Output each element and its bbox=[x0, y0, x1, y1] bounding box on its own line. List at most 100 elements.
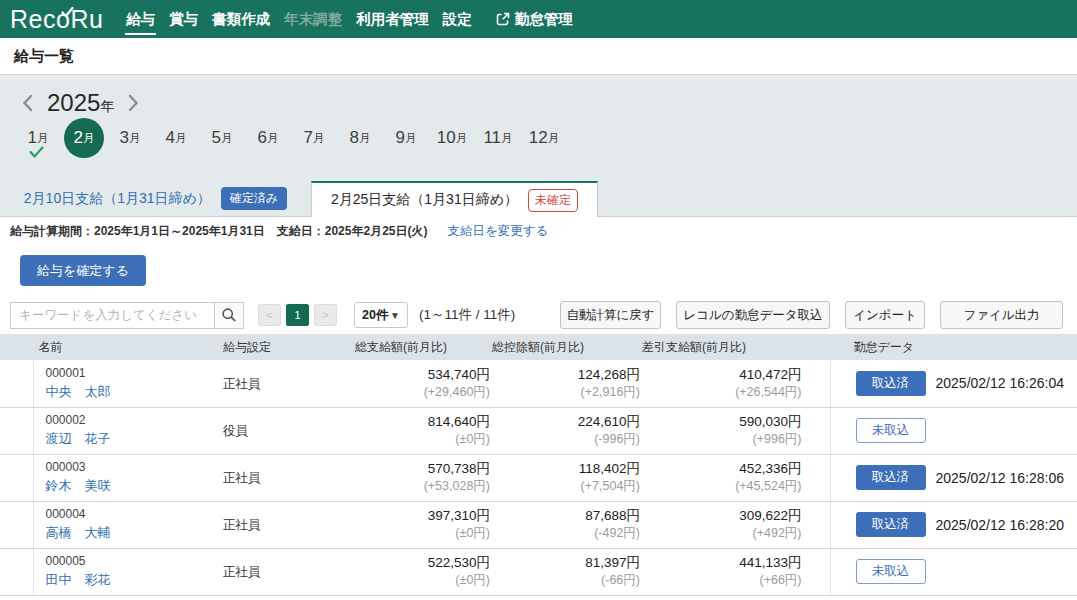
prev-page-button[interactable]: < bbox=[258, 304, 281, 326]
nav-item-4[interactable]: 利用者管理 bbox=[349, 0, 436, 38]
header-name: 名前 bbox=[33, 334, 210, 360]
payday-label: 支給日： bbox=[277, 224, 325, 238]
year-navigation: 2025年 bbox=[22, 88, 1077, 118]
tab-payday-feb25[interactable]: 2月25日支給（1月31日締め） 未確定 bbox=[311, 181, 598, 217]
payday-value: 2025年2月25日(火) bbox=[325, 224, 428, 238]
page-title: 給与一覧 bbox=[14, 47, 74, 66]
change-payday-link[interactable]: 支給日を変更する bbox=[447, 223, 548, 240]
next-page-button[interactable]: > bbox=[314, 304, 337, 326]
attendance-badge[interactable]: 取込済 bbox=[856, 371, 926, 396]
deduction-amount: 124,268円 bbox=[492, 366, 640, 384]
attendance-badge[interactable]: 未取込 bbox=[856, 418, 926, 443]
confirm-salary-button[interactable]: 給与を確定する bbox=[20, 255, 146, 286]
header-net: 差引支給額(前月比) bbox=[642, 334, 830, 360]
table-row: 000005 田中 彩花 正社員 522,530円 (±0円) 81,397円 … bbox=[0, 548, 1077, 595]
year-label: 2025年 bbox=[47, 89, 114, 117]
gross-amount: 814,640円 bbox=[355, 413, 490, 431]
top-navbar: RecoRu 給与賞与書類作成年末調整利用者管理設定 勤怠管理 bbox=[0, 0, 1077, 38]
employee-id: 000001 bbox=[46, 365, 211, 382]
month-tab-4[interactable]: 4月 bbox=[156, 118, 196, 158]
month-tab-6[interactable]: 6月 bbox=[248, 118, 288, 158]
import-attendance-button[interactable]: レコルの勤怠データ取込 bbox=[676, 301, 830, 329]
reset-auto-calc-button[interactable]: 自動計算に戻す bbox=[560, 301, 661, 329]
deduction-amount: 118,402円 bbox=[492, 460, 640, 478]
table-header-row: 名前 給与設定 総支給額(前月比) 総控除額(前月比) 差引支給額(前月比) 勤… bbox=[0, 334, 1077, 360]
header-gross: 総支給額(前月比) bbox=[355, 334, 492, 360]
export-button[interactable]: ファイル出力 bbox=[940, 301, 1063, 329]
deduction-diff: (-492円) bbox=[492, 525, 640, 542]
net-amount: 452,336円 bbox=[642, 460, 802, 478]
nav-attendance-link[interactable]: 勤怠管理 bbox=[496, 10, 573, 29]
month-tab-3[interactable]: 3月 bbox=[110, 118, 150, 158]
month-tab-9[interactable]: 9月 bbox=[386, 118, 426, 158]
month-tab-10[interactable]: 10月 bbox=[432, 118, 472, 158]
search-input[interactable] bbox=[10, 302, 214, 329]
unconfirmed-badge: 未確定 bbox=[528, 189, 578, 212]
current-page-button[interactable]: 1 bbox=[286, 304, 309, 326]
net-amount: 309,622円 bbox=[642, 507, 802, 525]
page-title-bar: 給与一覧 bbox=[0, 38, 1077, 75]
gross-amount: 534,740円 bbox=[355, 366, 490, 384]
search-button[interactable] bbox=[214, 302, 244, 329]
recoru-logo[interactable]: RecoRu bbox=[10, 7, 103, 32]
employee-name-link[interactable]: 渡辺 花子 bbox=[46, 430, 211, 449]
header-deduction: 総控除額(前月比) bbox=[492, 334, 642, 360]
header-attendance: 勤怠データ bbox=[830, 334, 1077, 360]
chevron-down-icon: ▼ bbox=[390, 310, 400, 321]
attendance-timestamp: 2025/02/12 16:28:20 bbox=[936, 517, 1064, 533]
month-tab-1[interactable]: 1月 bbox=[18, 118, 58, 158]
gross-diff: (+53,028円) bbox=[355, 478, 490, 495]
result-count: (1～11件 / 11件) bbox=[419, 306, 515, 324]
period-label: 給与計算期間： bbox=[10, 224, 94, 238]
net-amount: 441,133円 bbox=[642, 554, 802, 572]
net-diff: (+26,544円) bbox=[642, 384, 802, 401]
employee-name-link[interactable]: 田中 彩花 bbox=[46, 571, 211, 590]
employee-id: 000003 bbox=[46, 459, 211, 476]
nav-item-0[interactable]: 給与 bbox=[119, 0, 162, 38]
nav-item-2[interactable]: 書類作成 bbox=[205, 0, 277, 38]
deduction-diff: (-66円) bbox=[492, 572, 640, 589]
net-diff: (+45,524円) bbox=[642, 478, 802, 495]
month-tab-8[interactable]: 8月 bbox=[340, 118, 380, 158]
logo-check-icon bbox=[61, 7, 74, 18]
nav-item-3[interactable]: 年末調整 bbox=[277, 0, 349, 38]
salary-type: 正社員 bbox=[223, 471, 261, 485]
search-icon bbox=[221, 307, 237, 323]
nav-item-1[interactable]: 賞与 bbox=[162, 0, 205, 38]
nav-item-5[interactable]: 設定 bbox=[436, 0, 479, 38]
attendance-badge[interactable]: 取込済 bbox=[856, 465, 926, 490]
employee-name-link[interactable]: 鈴木 美咲 bbox=[46, 477, 211, 496]
attendance-badge[interactable]: 取込済 bbox=[856, 512, 926, 537]
pagination: < 1 > bbox=[258, 304, 337, 326]
attendance-badge[interactable]: 未取込 bbox=[856, 559, 926, 584]
header-type: 給与設定 bbox=[210, 334, 355, 360]
gross-amount: 397,310円 bbox=[355, 507, 490, 525]
tab-payday-feb10[interactable]: 2月10日支給（1月31日締め） 確定済み bbox=[0, 181, 311, 216]
employee-id: 000004 bbox=[46, 506, 211, 523]
prev-year-button[interactable] bbox=[22, 94, 33, 112]
deduction-amount: 224,610円 bbox=[492, 413, 640, 431]
employee-name-link[interactable]: 高橋 大輔 bbox=[46, 524, 211, 543]
pay-period-info: 給与計算期間：2025年1月1日～2025年1月31日 支給日：2025年2月2… bbox=[0, 217, 1077, 240]
per-page-select[interactable]: 20件 ▼ bbox=[354, 302, 408, 328]
gross-amount: 570,738円 bbox=[355, 460, 490, 478]
deduction-amount: 87,688円 bbox=[492, 507, 640, 525]
month-tab-11[interactable]: 11月 bbox=[478, 118, 518, 158]
deduction-amount: 81,397円 bbox=[492, 554, 640, 572]
month-tab-2[interactable]: 2月 bbox=[64, 118, 104, 158]
month-tab-12[interactable]: 12月 bbox=[524, 118, 564, 158]
net-diff: (+66円) bbox=[642, 572, 802, 589]
employee-id: 000002 bbox=[46, 412, 211, 429]
employee-name-link[interactable]: 中央 太郎 bbox=[46, 383, 211, 402]
net-diff: (+996円) bbox=[642, 431, 802, 448]
month-tab-5[interactable]: 5月 bbox=[202, 118, 242, 158]
salary-table: 名前 給与設定 総支給額(前月比) 総控除額(前月比) 差引支給額(前月比) 勤… bbox=[0, 334, 1077, 596]
salary-type: 正社員 bbox=[223, 518, 261, 532]
month-tab-7[interactable]: 7月 bbox=[294, 118, 334, 158]
table-row: 000003 鈴木 美咲 正社員 570,738円 (+53,028円) 118… bbox=[0, 454, 1077, 501]
attendance-timestamp: 2025/02/12 16:28:06 bbox=[936, 470, 1064, 486]
next-year-button[interactable] bbox=[128, 94, 139, 112]
deduction-diff: (+7,504円) bbox=[492, 478, 640, 495]
nav-menu: 給与賞与書類作成年末調整利用者管理設定 bbox=[119, 0, 479, 38]
import-button[interactable]: インポート bbox=[845, 301, 925, 329]
